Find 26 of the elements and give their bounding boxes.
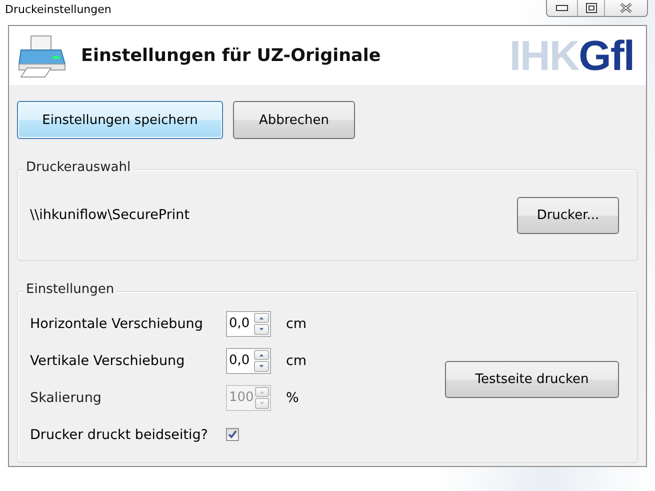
test-print-button[interactable]: Testseite drucken — [445, 360, 619, 398]
spin-field[interactable]: 0,0 — [226, 348, 271, 374]
cancel-button[interactable]: Abbrechen — [233, 101, 355, 139]
setting-label: Drucker druckt beidseitig? — [30, 426, 209, 442]
group-title: Einstellungen — [23, 282, 118, 298]
unit-label: % — [286, 390, 299, 406]
minimize-icon — [556, 5, 568, 11]
printer-button[interactable]: Drucker... — [517, 196, 619, 234]
close-icon — [620, 3, 632, 13]
save-button[interactable]: Einstellungen speichern — [17, 101, 223, 139]
unit-label: cm — [286, 316, 307, 332]
maximize-icon — [586, 3, 596, 13]
spin-up-icon[interactable] — [254, 312, 269, 323]
spin-down-icon[interactable] — [254, 324, 269, 334]
spin-down-icon[interactable] — [254, 361, 269, 372]
window-title: Druckeinstellungen — [5, 3, 112, 16]
unit-label: cm — [286, 352, 307, 368]
setting-label: Vertikale Verschiebung — [30, 352, 186, 368]
printer-path: \\ihkuniflow\SecurePrint — [30, 207, 190, 223]
setting-label: Skalierung — [30, 390, 102, 406]
spin-field[interactable]: 0,0 — [226, 310, 271, 336]
checkbox[interactable] — [226, 428, 239, 441]
printer-icon — [17, 34, 67, 78]
header-title: Einstellungen für UZ-Originale — [81, 46, 382, 66]
setting-label: Horizontale Verschiebung — [30, 316, 204, 332]
spin-up-icon[interactable] — [254, 350, 269, 360]
